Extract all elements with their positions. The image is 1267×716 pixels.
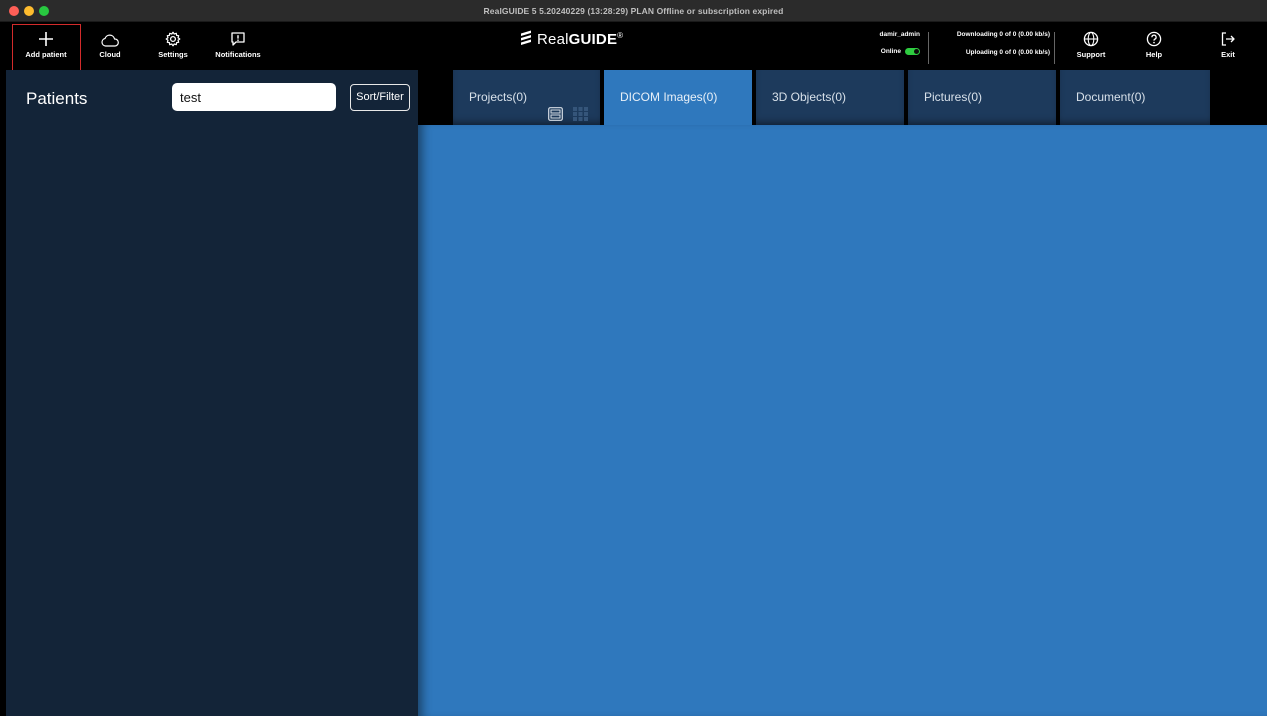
patients-panel: Patients Sort/Filter — [6, 70, 418, 716]
notifications-button[interactable]: Notifications — [210, 23, 266, 69]
tab-document-label: Document(0) — [1076, 90, 1146, 104]
brand-name: RealGUIDE® — [537, 31, 623, 48]
window-title: RealGUIDE 5 5.20240229 (13:28:29) PLAN O… — [483, 6, 784, 16]
username: damir_admin — [879, 31, 920, 38]
brand-name-light: Real — [537, 30, 569, 48]
list-view-icon[interactable] — [548, 90, 563, 121]
user-status: damir_admin Online — [860, 31, 920, 55]
patients-title: Patients — [26, 89, 88, 108]
support-button[interactable]: Support — [1071, 23, 1111, 69]
cloud-label: Cloud — [99, 50, 121, 59]
tab-document[interactable]: Document(0) — [1060, 70, 1210, 125]
sort-filter-button[interactable]: Sort/Filter — [350, 84, 410, 111]
cloud-icon — [101, 23, 119, 47]
title-bar: RealGUIDE 5 5.20240229 (13:28:29) PLAN O… — [0, 0, 1267, 22]
cloud-button[interactable]: Cloud — [90, 23, 130, 69]
logout-icon — [1220, 23, 1236, 47]
exit-button[interactable]: Exit — [1213, 23, 1243, 69]
settings-label: Settings — [158, 50, 188, 59]
tab-projects-label: Projects(0) — [469, 90, 528, 104]
uploading-status: Uploading 0 of 0 (0.00 kb/s) — [965, 49, 1050, 56]
help-button[interactable]: Help — [1139, 23, 1169, 69]
downloading-status: Downloading 0 of 0 (0.00 kb/s) — [956, 31, 1050, 38]
main-toolbar: Add patient Cloud Settings Notifications… — [0, 23, 1267, 69]
dicom-images-content — [418, 125, 1267, 716]
tab-projects[interactable]: Projects(0) — [453, 70, 600, 125]
online-label: Online — [880, 48, 901, 55]
tab-dicom-images[interactable]: DICOM Images(0) — [604, 70, 752, 126]
gear-icon — [165, 23, 181, 47]
app-window: RealGUIDE 5 5.20240229 (13:28:29) PLAN O… — [0, 0, 1267, 716]
tab-dicom-images-label: DICOM Images(0) — [620, 90, 718, 104]
notification-message-icon — [230, 23, 246, 47]
realguide-logo: RealGUIDE® — [519, 28, 623, 50]
exit-label: Exit — [1221, 50, 1235, 59]
help-icon — [1146, 23, 1162, 47]
brand-reg-mark: ® — [617, 30, 624, 40]
patient-search-input[interactable] — [172, 83, 336, 111]
divider — [1054, 32, 1055, 64]
divider — [928, 32, 929, 64]
realguide-logo-mark-icon — [519, 29, 533, 50]
tab-3d-objects-label: 3D Objects(0) — [772, 90, 847, 104]
tab-pictures-label: Pictures(0) — [924, 90, 983, 104]
grid-view-icon[interactable] — [573, 90, 588, 121]
tab-pictures[interactable]: Pictures(0) — [908, 70, 1056, 125]
transfer-status: Downloading 0 of 0 (0.00 kb/s) Uploading… — [932, 31, 1050, 56]
help-label: Help — [1145, 50, 1163, 59]
tab-3d-objects[interactable]: 3D Objects(0) — [756, 70, 904, 125]
support-label: Support — [1076, 50, 1106, 59]
online-toggle[interactable] — [905, 48, 920, 55]
notifications-label: Notifications — [215, 50, 261, 59]
brand-name-bold: GUIDE — [568, 30, 618, 48]
globe-icon — [1083, 23, 1099, 47]
settings-button[interactable]: Settings — [153, 23, 193, 69]
main-content-panel: Projects(0) DICOM Images(0) 3D Objects(0… — [418, 70, 1267, 716]
